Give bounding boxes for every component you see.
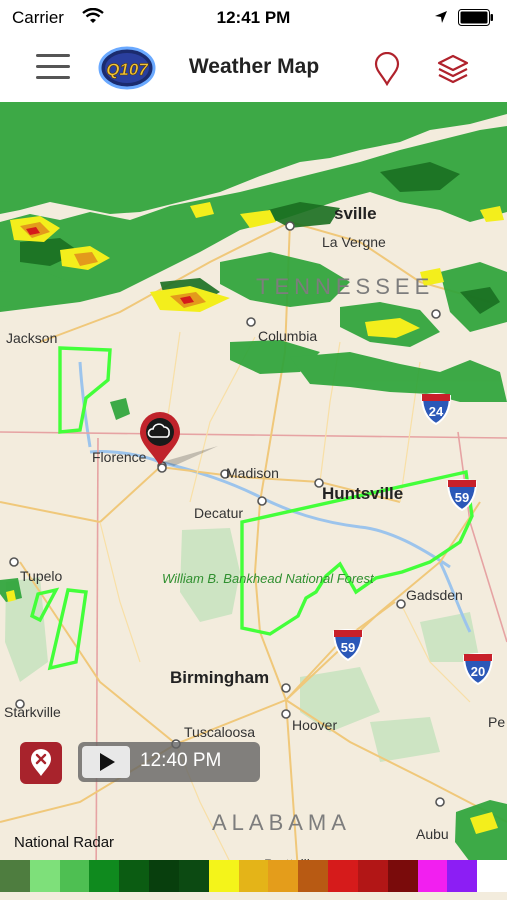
city-label-columbia: Columbia xyxy=(258,328,318,344)
menu-button[interactable] xyxy=(36,54,70,82)
menu-icon xyxy=(36,54,70,57)
layers-button[interactable] xyxy=(436,52,470,86)
highway-shield-20: 20 xyxy=(462,653,494,686)
city-label-pe: Pe xyxy=(488,714,506,730)
state-label-tennessee: TENNESSEE xyxy=(256,274,435,299)
radar-frame-time: 12:40 PM xyxy=(140,750,222,771)
svg-text:24: 24 xyxy=(429,404,444,419)
location-arrow-icon xyxy=(435,11,447,23)
page-title: Weather Map xyxy=(188,55,320,78)
legend-swatch xyxy=(208,860,239,892)
city-label-starkville: Starkville xyxy=(4,704,61,720)
svg-text:Q107: Q107 xyxy=(106,60,149,79)
legend-swatch xyxy=(149,860,179,892)
layers-icon xyxy=(437,54,469,84)
legend-swatch xyxy=(0,860,30,892)
city-label-hoover: Hoover xyxy=(292,717,338,733)
highway-shield-59-north: 59 xyxy=(446,479,478,512)
legend-swatch xyxy=(29,860,60,892)
svg-text:59: 59 xyxy=(341,640,355,655)
legend-swatch xyxy=(447,860,478,892)
legend-swatch xyxy=(238,860,269,892)
play-icon xyxy=(100,753,115,771)
legend-swatch xyxy=(417,860,448,892)
status-bar: Carrier 12:41 PM xyxy=(0,0,507,36)
clear-location-button[interactable] xyxy=(20,742,62,784)
city-label-jackson: Jackson xyxy=(6,330,58,346)
city-label-gadsden: Gadsden xyxy=(406,587,463,603)
legend-swatch xyxy=(357,860,388,892)
location-pin-button[interactable] xyxy=(372,52,402,86)
legend-swatch xyxy=(387,860,418,892)
city-label-birmingham: Birmingham xyxy=(170,668,270,687)
map-bottom-strip xyxy=(0,892,507,900)
legend-swatch xyxy=(477,860,507,892)
city-label-huntsville: Huntsville xyxy=(322,484,404,503)
legend-swatch xyxy=(119,860,150,892)
park-label-bankhead: William B. Bankhead National Forest xyxy=(162,571,374,586)
play-button[interactable] xyxy=(82,746,130,778)
city-label-madison: Madison xyxy=(226,465,279,481)
location-marker[interactable] xyxy=(134,408,224,474)
city-label-decatur: Decatur xyxy=(194,505,244,521)
radar-playback-bar: 12:40 PM xyxy=(78,742,260,782)
state-label-alabama: ALABAMA xyxy=(212,810,351,835)
nav-bar: Q107 Weather Map xyxy=(0,36,507,103)
svg-text:20: 20 xyxy=(471,664,485,679)
city-label-tupelo: Tupelo xyxy=(20,568,63,584)
legend-swatch xyxy=(59,860,90,892)
highway-shield-24: 24 xyxy=(420,393,452,426)
legend-swatch xyxy=(178,860,209,892)
location-pin-icon xyxy=(374,52,400,86)
svg-text:59: 59 xyxy=(455,490,469,505)
legend-swatch xyxy=(268,860,299,892)
remove-pin-icon xyxy=(31,749,51,776)
city-label-auburn: Aubu xyxy=(416,826,449,842)
city-label-nashville: sville xyxy=(334,204,377,223)
city-label-la-vergne: La Vergne xyxy=(322,234,386,250)
radar-color-legend xyxy=(0,860,507,892)
battery-icon xyxy=(458,9,493,26)
legend-swatch xyxy=(89,860,120,892)
highway-shield-59-south: 59 xyxy=(332,629,364,662)
legend-swatch xyxy=(298,860,329,892)
legend-title: National Radar xyxy=(14,834,115,851)
city-label-tuscaloosa: Tuscaloosa xyxy=(184,724,256,740)
status-time: 12:41 PM xyxy=(216,8,291,27)
legend-swatch xyxy=(328,860,358,892)
station-logo: Q107 xyxy=(98,46,156,90)
